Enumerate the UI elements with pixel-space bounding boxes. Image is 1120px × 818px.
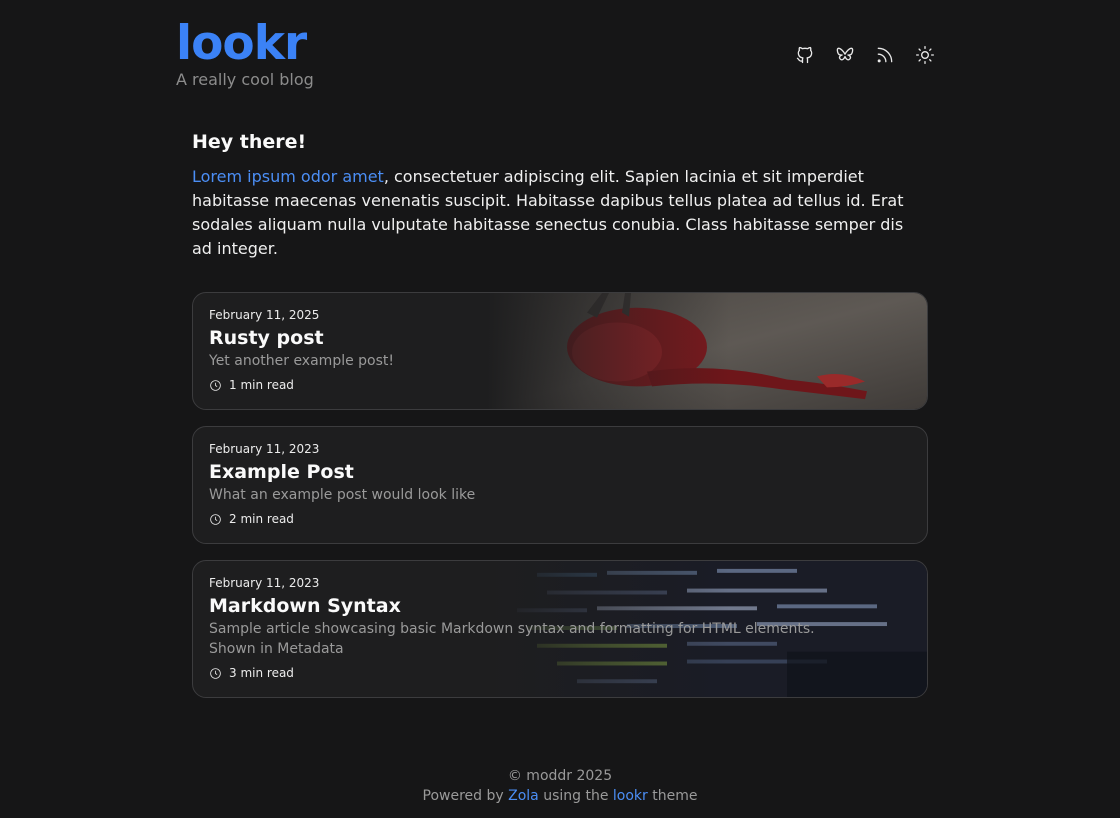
theme-toggle-sun-icon[interactable] <box>914 44 936 66</box>
post-meta: 2 min read <box>209 511 911 527</box>
intro-section: Hey there! Lorem ipsum odor amet, consec… <box>192 128 920 261</box>
post-card-body: February 11, 2023 Markdown Syntax Sample… <box>193 561 927 681</box>
site-footer: © moddr 2025 Powered by Zola using the l… <box>0 766 1120 806</box>
intro-paragraph: Lorem ipsum odor amet, consectetuer adip… <box>192 165 920 261</box>
post-meta: 1 min read <box>209 377 911 393</box>
site-tagline: A really cool blog <box>176 70 314 89</box>
post-description: Sample article showcasing basic Markdown… <box>209 621 815 657</box>
post-card-body: February 11, 2025 Rusty post Yet another… <box>193 293 927 393</box>
footer-theme-suffix: theme <box>652 788 698 804</box>
theme-link[interactable]: lookr <box>613 788 648 804</box>
post-description: Yet another example post! <box>209 353 395 369</box>
post-card[interactable]: February 11, 2023 Markdown Syntax Sample… <box>192 560 928 698</box>
bluesky-icon[interactable] <box>834 44 856 66</box>
clock-icon <box>209 513 222 526</box>
post-date: February 11, 2023 <box>209 442 320 456</box>
header-icon-nav <box>794 44 936 66</box>
footer-powered-prefix: Powered by <box>422 788 504 804</box>
site-header: lookr A really cool blog <box>176 14 936 94</box>
post-card-body: February 11, 2023 Example Post What an e… <box>193 427 927 527</box>
post-meta: 3 min read <box>209 665 911 681</box>
brand: lookr A really cool blog <box>176 14 314 89</box>
post-date: February 11, 2023 <box>209 576 320 590</box>
post-title[interactable]: Example Post <box>209 459 911 485</box>
post-title[interactable]: Rusty post <box>209 325 911 351</box>
post-card[interactable]: February 11, 2025 Rusty post Yet another… <box>192 292 928 410</box>
intro-heading: Hey there! <box>192 131 307 153</box>
zola-link[interactable]: Zola <box>508 788 539 804</box>
post-date: February 11, 2025 <box>209 308 320 322</box>
clock-icon <box>209 379 222 392</box>
rss-icon[interactable] <box>874 44 896 66</box>
post-description: What an example post would look like <box>209 487 476 503</box>
intro-link[interactable]: Lorem ipsum odor amet <box>192 167 384 186</box>
site-title-link[interactable]: lookr <box>176 14 314 74</box>
github-icon[interactable] <box>794 44 816 66</box>
read-time: 2 min read <box>229 512 294 526</box>
clock-icon <box>209 667 222 680</box>
post-card[interactable]: February 11, 2023 Example Post What an e… <box>192 426 928 544</box>
read-time: 1 min read <box>229 378 294 392</box>
post-title[interactable]: Markdown Syntax <box>209 593 911 619</box>
footer-using-text: using the <box>543 788 609 804</box>
footer-powered-by: Powered by Zola using the lookr theme <box>0 786 1120 806</box>
read-time: 3 min read <box>229 666 294 680</box>
post-list: February 11, 2025 Rusty post Yet another… <box>192 292 928 714</box>
footer-copyright: © moddr 2025 <box>507 768 613 784</box>
